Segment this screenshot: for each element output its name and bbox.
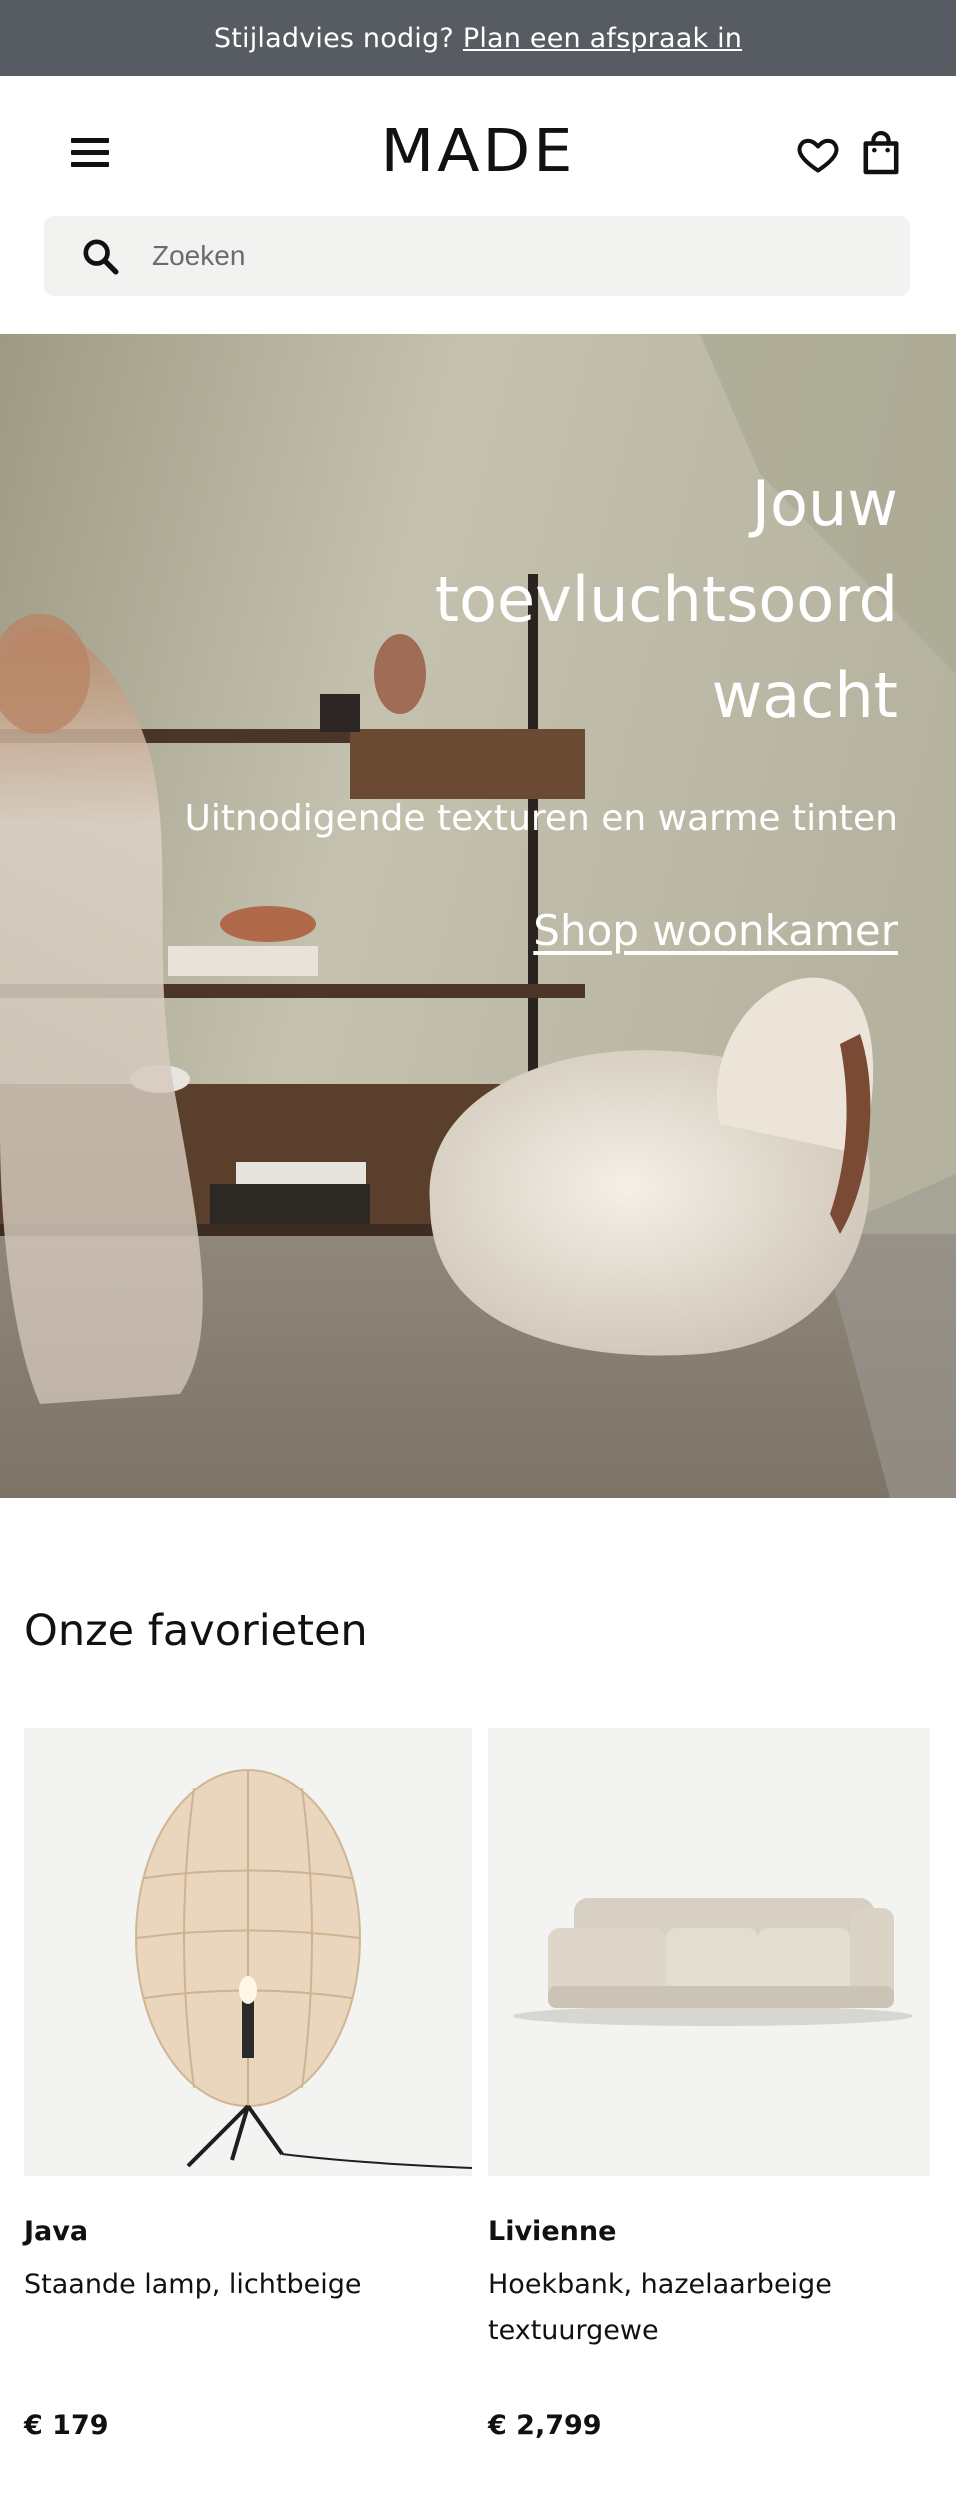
search-bar[interactable] [44,216,910,296]
product-price: € 2,799 [488,2410,602,2441]
bag-icon[interactable] [862,130,900,176]
product-card[interactable]: Livienne Hoekbank, hazelaarbeige textuur… [488,1728,930,2441]
made-logo[interactable]: MADE [300,116,656,185]
site-header: MADE [0,76,956,210]
floor-lamp-image [135,1769,472,2169]
promo-text: Stijladvies nodig? [213,22,454,54]
product-description: Hoekbank, hazelaarbeige textuurgewe [488,2269,832,2346]
product-name: Livienne [488,2216,617,2247]
favorites-title: Onze favorieten [24,1606,368,1656]
product-image[interactable] [24,1728,472,2176]
hero-banner[interactable]: Jouw toevluchtsoord wacht Uitnodigende t… [0,334,956,1498]
product-description: Staande lamp, lichtbeige [24,2269,362,2300]
corner-sofa-image [513,1898,913,2026]
product-image[interactable] [488,1728,930,2176]
product-price: € 179 [24,2410,109,2441]
search-icon [83,239,119,275]
hero-subtitle: Uitnodigende texturen en warme tinten [184,798,898,839]
book-appointment-link[interactable]: Plan een afspraak in [463,23,742,54]
product-name: Java [24,2216,89,2247]
product-card[interactable]: Java Staande lamp, lichtbeige € 179 [24,1728,472,2441]
shop-living-room-link[interactable]: Shop woonkamer [533,906,898,955]
menu-icon[interactable] [66,134,116,174]
heart-icon[interactable] [796,132,840,176]
hero-title: Jouw toevluchtsoord wacht [434,467,898,732]
search-input[interactable] [152,216,872,296]
promo-banner: Stijladvies nodig? Plan een afspraak in [0,0,956,76]
